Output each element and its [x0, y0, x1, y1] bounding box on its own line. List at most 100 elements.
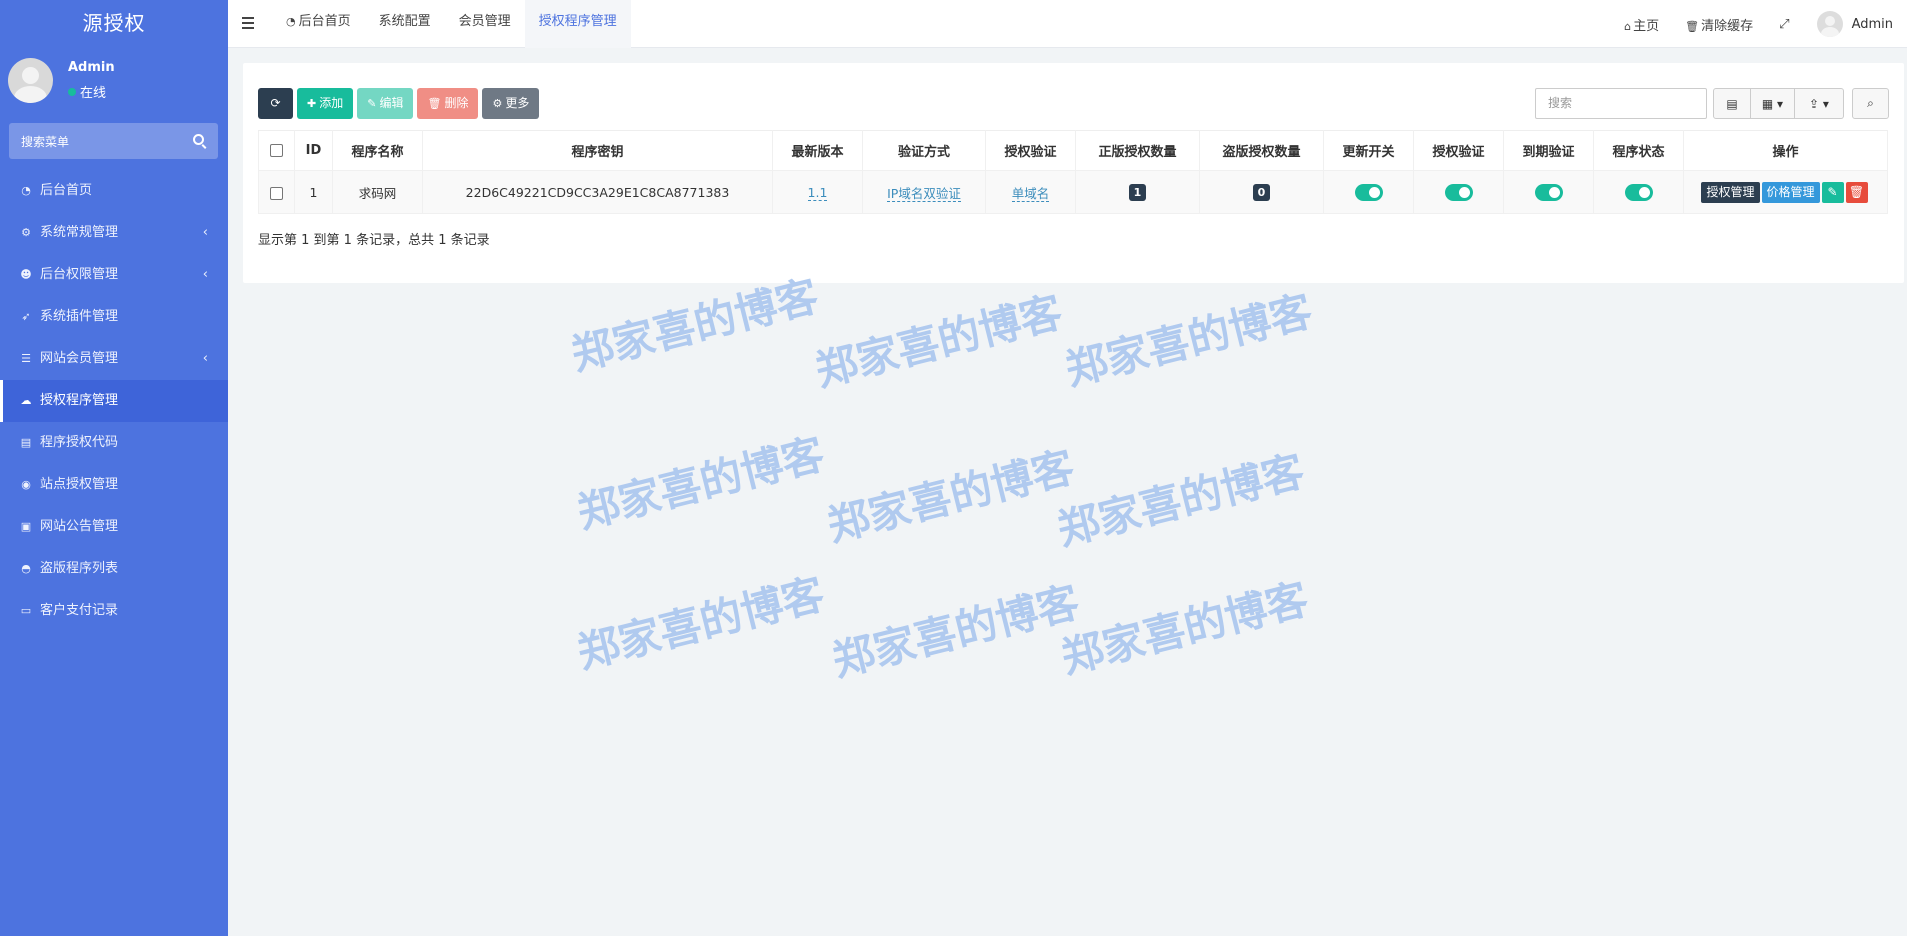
trash-icon: 🗑 — [427, 97, 442, 110]
table-search-input[interactable]: 搜索 — [1535, 88, 1707, 119]
avatar — [1816, 11, 1843, 37]
clear-cache-button[interactable]: 🗑 清除缓存 — [1672, 15, 1766, 34]
sidebar: 源授权 Admin 在线 搜索菜单 ◔ 后台首页 ⚙ 系统常规管理 ‹ ☻ 后台权限管理… — [0, 0, 228, 936]
col-auth-verify[interactable]: 授权验证 — [985, 130, 1076, 171]
status-toggle[interactable] — [1624, 183, 1653, 201]
tab-programs[interactable]: 授权程序管理 — [524, 0, 631, 48]
col-update-switch[interactable]: 更新开关 — [1323, 130, 1414, 171]
refresh-button[interactable]: ⟳ — [258, 88, 293, 119]
plus-icon: ✚ — [307, 97, 317, 110]
list-icon: ☰ — [21, 352, 31, 365]
fullscreen-icon[interactable]: ⤢ — [1766, 17, 1802, 32]
sidebar-item-members[interactable]: ☰ 网站会员管理 ‹ — [0, 338, 228, 380]
search-menu-input[interactable]: 搜索菜单 — [9, 123, 218, 159]
watermark-text: 郑家喜的博客 — [1060, 286, 1317, 395]
auth-manage-button[interactable]: 授权管理 — [1701, 181, 1760, 203]
cloud-icon: ☁ — [20, 394, 32, 407]
user-panel: Admin 在线 — [0, 48, 228, 114]
tab-dashboard[interactable]: ◔ 后台首页 — [272, 0, 365, 48]
brand-logo[interactable]: 源授权 — [0, 0, 228, 48]
pirate-count-badge: 0 — [1252, 183, 1271, 201]
col-id[interactable]: ID — [294, 130, 333, 171]
expire-verify-toggle[interactable] — [1534, 183, 1563, 201]
version-editable[interactable]: 1.1 — [807, 184, 828, 201]
verify-method-editable[interactable]: IP域名双验证 — [887, 185, 961, 202]
export-button[interactable]: ⇪ ▾ — [1795, 88, 1844, 119]
cell-name: 求码网 — [332, 170, 423, 214]
ie-icon: ◉ — [21, 478, 31, 491]
sidebar-item-codes[interactable]: ▤ 程序授权代码 — [0, 422, 228, 464]
top-navbar: ◔ 后台首页 系统配置 会员管理 授权程序管理 ⌂ 主页 🗑 清除缓存 ⤢ Admin — [228, 0, 1907, 48]
menu-toggle-icon[interactable] — [242, 17, 254, 32]
cell-update-switch — [1323, 170, 1414, 214]
row-edit-button[interactable]: ✎ — [1821, 181, 1844, 203]
watermark-text: 郑家喜的博客 — [1056, 574, 1313, 683]
genuine-count-badge: 1 — [1128, 183, 1147, 201]
more-button[interactable]: ⚙ 更多 — [482, 88, 540, 119]
cogs-icon: ⚙ — [21, 226, 31, 239]
programs-table: ID 程序名称 程序密钥 最新版本 验证方式 授权验证 正版授权数量 盗版授权数… — [258, 130, 1888, 214]
dashboard-icon: ◔ — [21, 184, 31, 197]
col-genuine-count[interactable]: 正版授权数量 — [1075, 130, 1200, 171]
table-row: 1 求码网 22D6C49221CD9CC3A29E1C8CA8771383 1… — [258, 170, 1888, 214]
toggle-view-button[interactable]: ▤ — [1713, 88, 1751, 119]
user-status: 在线 — [68, 82, 106, 101]
col-version[interactable]: 最新版本 — [772, 130, 863, 171]
auth-verify-toggle[interactable] — [1444, 183, 1473, 201]
columns-button[interactable]: ▦ ▾ — [1751, 88, 1795, 119]
columns-icon: ▦ ▾ — [1761, 96, 1784, 111]
select-all-checkbox[interactable] — [270, 144, 283, 157]
admin-menu[interactable]: Admin — [1803, 11, 1907, 37]
sidebar-item-addons[interactable]: ➶ 系统插件管理 — [0, 296, 228, 338]
search-toggle-button[interactable]: ⌕ — [1852, 88, 1889, 119]
table-header-row: ID 程序名称 程序密钥 最新版本 验证方式 授权验证 正版授权数量 盗版授权数… — [258, 130, 1888, 171]
square-icon: ▣ — [20, 520, 32, 533]
col-name[interactable]: 程序名称 — [332, 130, 423, 171]
select-all-cell — [258, 130, 295, 171]
chevron-left-icon: ‹ — [202, 225, 208, 240]
nav-tabs: ◔ 后台首页 系统配置 会员管理 授权程序管理 — [272, 0, 631, 48]
row-checkbox[interactable] — [270, 186, 283, 200]
price-manage-button[interactable]: 价格管理 — [1761, 181, 1820, 203]
sidebar-item-auth[interactable]: ☻ 后台权限管理 ‹ — [0, 254, 228, 296]
auth-verify-editable[interactable]: 单域名 — [1011, 185, 1050, 202]
sidebar-item-dashboard[interactable]: ◔ 后台首页 — [0, 170, 228, 212]
add-button[interactable]: ✚ 添加 — [297, 88, 354, 119]
search-icon[interactable] — [193, 134, 204, 145]
update-toggle[interactable] — [1354, 183, 1383, 201]
row-delete-button[interactable]: 🗑 — [1845, 181, 1868, 203]
sidebar-item-payments[interactable]: ▭ 客户支付记录 — [0, 590, 228, 632]
sidebar-item-pirates[interactable]: ◓ 盗版程序列表 — [0, 548, 228, 590]
sidebar-item-notice[interactable]: ▣ 网站公告管理 — [0, 506, 228, 548]
col-key[interactable]: 程序密钥 — [422, 130, 773, 171]
search-icon: ⌕ — [1867, 96, 1874, 110]
trash-icon: 🗑 — [1848, 184, 1865, 199]
tab-config[interactable]: 系统配置 — [365, 0, 445, 48]
sidebar-menu: ◔ 后台首页 ⚙ 系统常规管理 ‹ ☻ 后台权限管理 ‹ ➶ 系统插件管理 ☰ 网站会员管理 ‹… — [0, 170, 228, 632]
search-menu-placeholder: 搜索菜单 — [21, 135, 70, 149]
home-link[interactable]: ⌂ 主页 — [1611, 15, 1672, 34]
table-tools: 搜索 ▤ ▦ ▾ ⇪ ▾ ⌕ — [1535, 88, 1889, 119]
cell-expire-switch — [1503, 170, 1594, 214]
cell-pirate-count: 0 — [1199, 170, 1324, 214]
col-status[interactable]: 程序状态 — [1593, 130, 1684, 171]
chevron-left-icon: ‹ — [202, 267, 208, 282]
edit-button[interactable]: ✎ 编辑 — [357, 88, 414, 119]
sidebar-item-general[interactable]: ⚙ 系统常规管理 ‹ — [0, 212, 228, 254]
col-expire-switch[interactable]: 到期验证 — [1503, 130, 1594, 171]
col-verify-method[interactable]: 验证方式 — [862, 130, 986, 171]
col-pirate-count[interactable]: 盗版授权数量 — [1199, 130, 1324, 171]
col-auth-switch[interactable]: 授权验证 — [1413, 130, 1504, 171]
credit-card-icon: ▭ — [20, 604, 32, 617]
cell-version: 1.1 — [772, 170, 863, 214]
tab-members[interactable]: 会员管理 — [445, 0, 525, 48]
shield-icon: ◓ — [21, 562, 31, 575]
delete-button[interactable]: 🗑 删除 — [417, 88, 479, 119]
sidebar-item-programs[interactable]: ☁ 授权程序管理 — [0, 380, 228, 422]
home-icon: ⌂ — [1624, 19, 1632, 33]
pagination-info: 显示第 1 到第 1 条记录，总共 1 条记录 — [258, 233, 490, 248]
sidebar-item-sites[interactable]: ◉ 站点授权管理 — [0, 464, 228, 506]
top-right-nav: ⌂ 主页 🗑 清除缓存 ⤢ Admin — [1611, 0, 1907, 48]
content-panel: ⟳ ✚ 添加 ✎ 编辑 🗑 删除 ⚙ 更多 搜索 ▤ ▦ ▾ ⇪ ▾ ⌕ ID 程序名称… — [243, 63, 1904, 283]
chevron-left-icon: ‹ — [202, 351, 208, 366]
